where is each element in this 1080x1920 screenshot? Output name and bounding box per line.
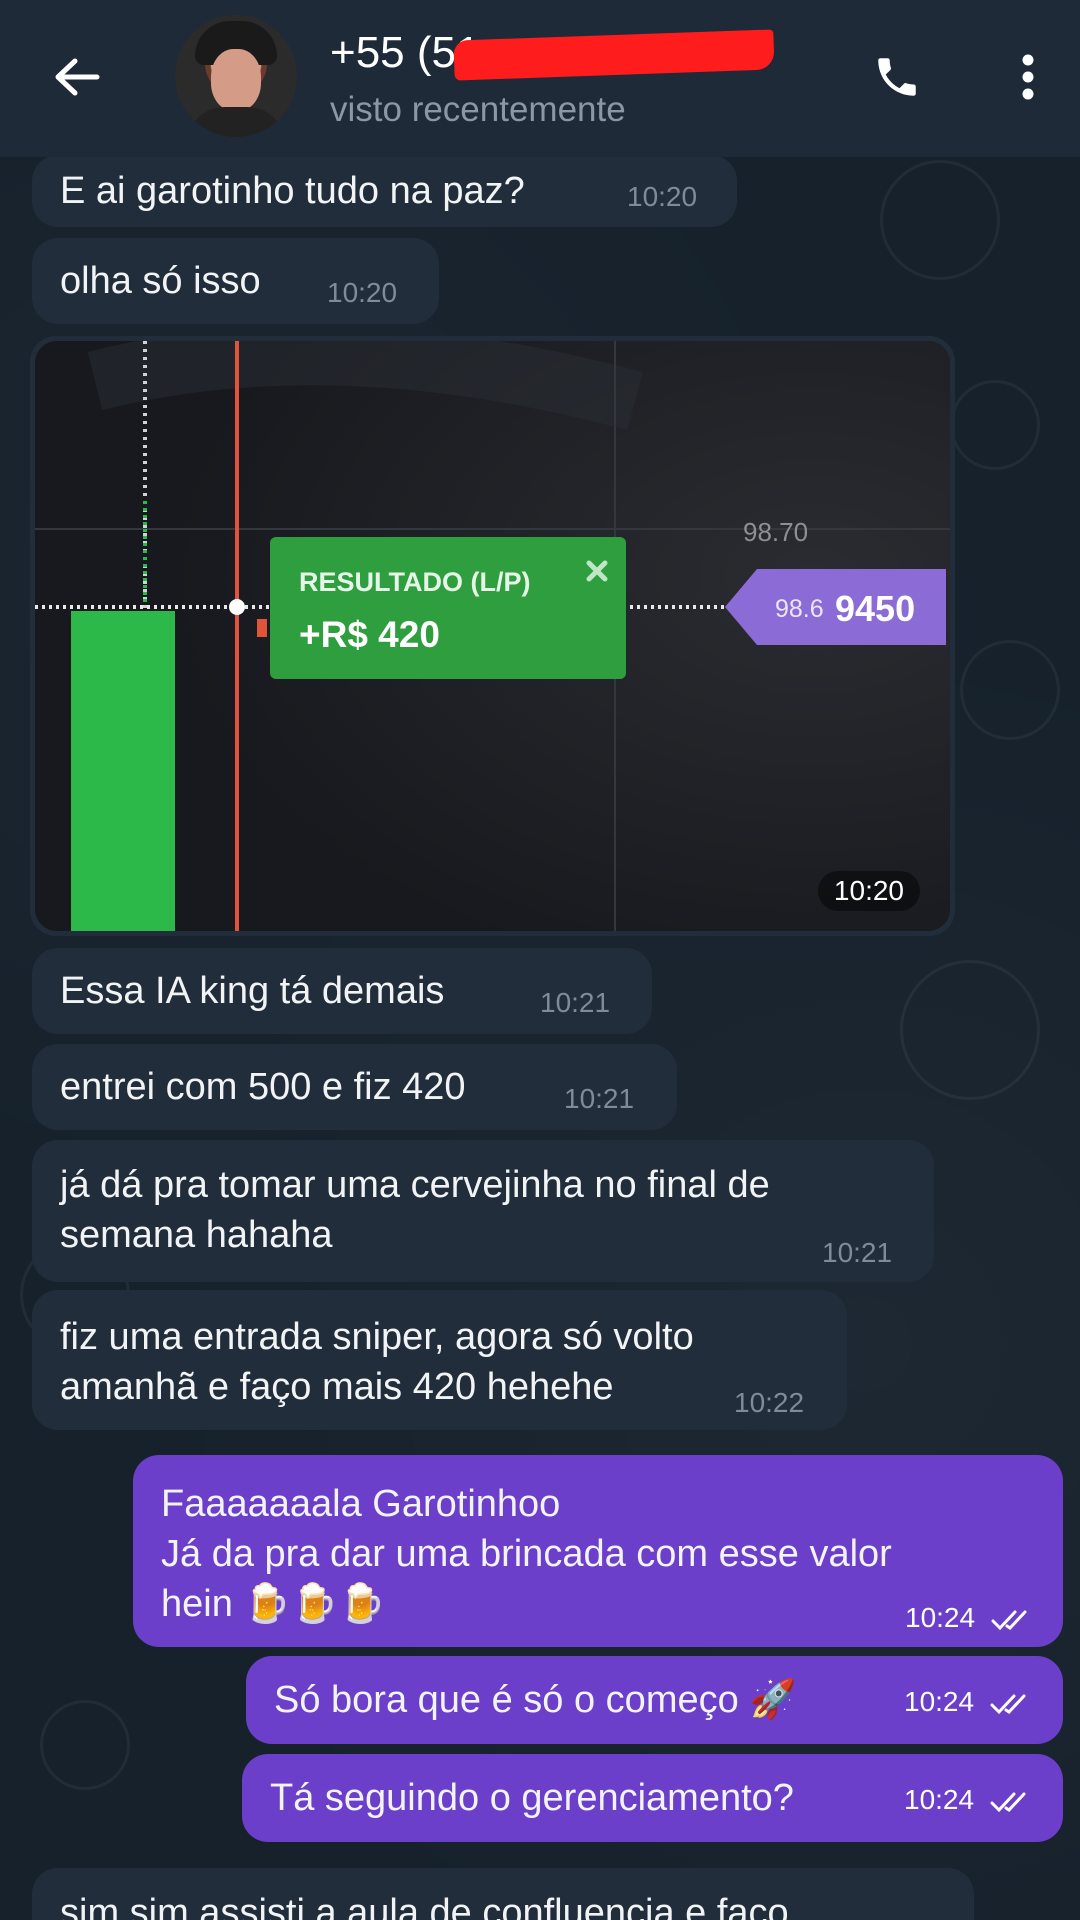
back-button[interactable] <box>45 45 109 109</box>
message-time: 10:24 <box>905 1593 1035 1643</box>
message-incoming[interactable]: E ai garotinho tudo na paz? 10:20 <box>32 155 737 227</box>
contact-avatar[interactable] <box>175 15 297 137</box>
price-big: 9450 <box>835 588 915 629</box>
price-small: 98.6 <box>775 595 824 623</box>
message-outgoing[interactable]: Só bora que é só o começo 🚀 10:24 <box>246 1656 1063 1744</box>
message-time: 10:20 <box>627 181 698 212</box>
contact-status: visto recentemente <box>330 90 626 129</box>
image-message[interactable]: 98.70 RESULTADO (L/P) +R$ 420 98.6 9450 … <box>30 336 955 936</box>
message-outgoing[interactable]: Tá seguindo o gerenciamento? 10:24 <box>242 1754 1063 1842</box>
message-time: 10:24 <box>904 1756 1034 1844</box>
message-incoming[interactable]: Essa IA king tá demais 10:21 <box>32 948 652 1034</box>
double-check-icon <box>990 1792 1026 1812</box>
result-value: +R$ 420 <box>299 614 440 655</box>
chat-header: +55 (517 visto recentemente <box>0 0 1080 157</box>
message-time: 10:24 <box>904 1658 1034 1746</box>
double-check-icon <box>990 1694 1026 1714</box>
message-time: 10:21 <box>540 987 611 1018</box>
message-outgoing[interactable]: Faaaaaaala Garotinhoo Já da pra dar uma … <box>133 1455 1063 1647</box>
message-time: 10:22 <box>734 1387 805 1418</box>
result-title: RESULTADO (L/P) <box>299 567 530 597</box>
phone-icon <box>878 58 916 96</box>
arrow-left-icon <box>55 58 100 96</box>
message-incoming[interactable]: já dá pra tomar uma cervejinha no final … <box>32 1140 934 1282</box>
more-vertical-icon <box>1022 54 1034 100</box>
chart-graphic: 98.70 RESULTADO (L/P) +R$ 420 98.6 9450 <box>35 341 950 931</box>
level-label: 98.70 <box>743 517 808 547</box>
message-incoming[interactable]: fiz uma entrada sniper, agora só volto a… <box>32 1290 847 1430</box>
redaction-mark <box>453 29 776 81</box>
candle-bar <box>71 611 175 931</box>
message-incoming[interactable]: olha só isso 10:20 <box>32 238 439 324</box>
more-options-button[interactable] <box>1000 45 1056 109</box>
double-check-icon <box>991 1610 1027 1630</box>
message-time: 10:21 <box>822 1237 893 1268</box>
trading-chart-image: 98.70 RESULTADO (L/P) +R$ 420 98.6 9450 … <box>35 341 950 931</box>
message-incoming[interactable]: sim sim assisti a aula de confluencia e … <box>32 1868 974 1920</box>
message-time: 10:20 <box>327 277 398 308</box>
image-time: 10:20 <box>817 871 920 911</box>
message-incoming[interactable]: entrei com 500 e fiz 420 10:21 <box>32 1044 677 1130</box>
call-button[interactable] <box>865 45 929 109</box>
message-time: 10:21 <box>564 1083 635 1114</box>
result-box <box>270 537 626 679</box>
contact-name[interactable]: +55 (517 <box>330 28 776 81</box>
